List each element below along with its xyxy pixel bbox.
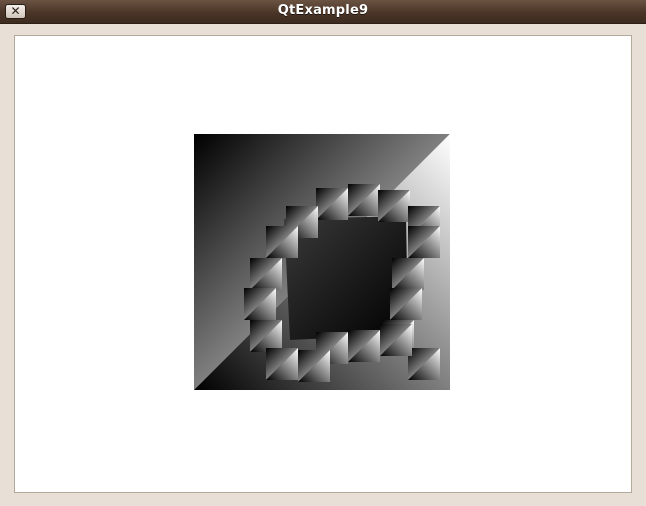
gradient-tile: [408, 348, 440, 380]
gradient-tile: [390, 288, 422, 320]
gradient-tile: [250, 320, 282, 352]
gradient-tile: [392, 258, 424, 290]
gradient-tile: [348, 330, 380, 362]
gradient-tile: [266, 226, 298, 258]
window-title: QtExample9: [277, 3, 369, 18]
app-window: ✕ QtExample9: [0, 0, 646, 506]
gradient-tile: [250, 258, 282, 290]
gradient-tile: [266, 348, 298, 380]
gradient-tile: [380, 324, 412, 356]
title-bar[interactable]: ✕ QtExample9: [0, 0, 646, 24]
gradient-tile: [298, 350, 330, 382]
gradient-pattern-canvas: [194, 134, 450, 390]
gradient-tile: [348, 184, 380, 216]
gradient-tile: [244, 288, 276, 320]
gradient-tile: [378, 190, 410, 222]
gradient-tile: [408, 226, 440, 258]
gradient-tile: [316, 188, 348, 220]
